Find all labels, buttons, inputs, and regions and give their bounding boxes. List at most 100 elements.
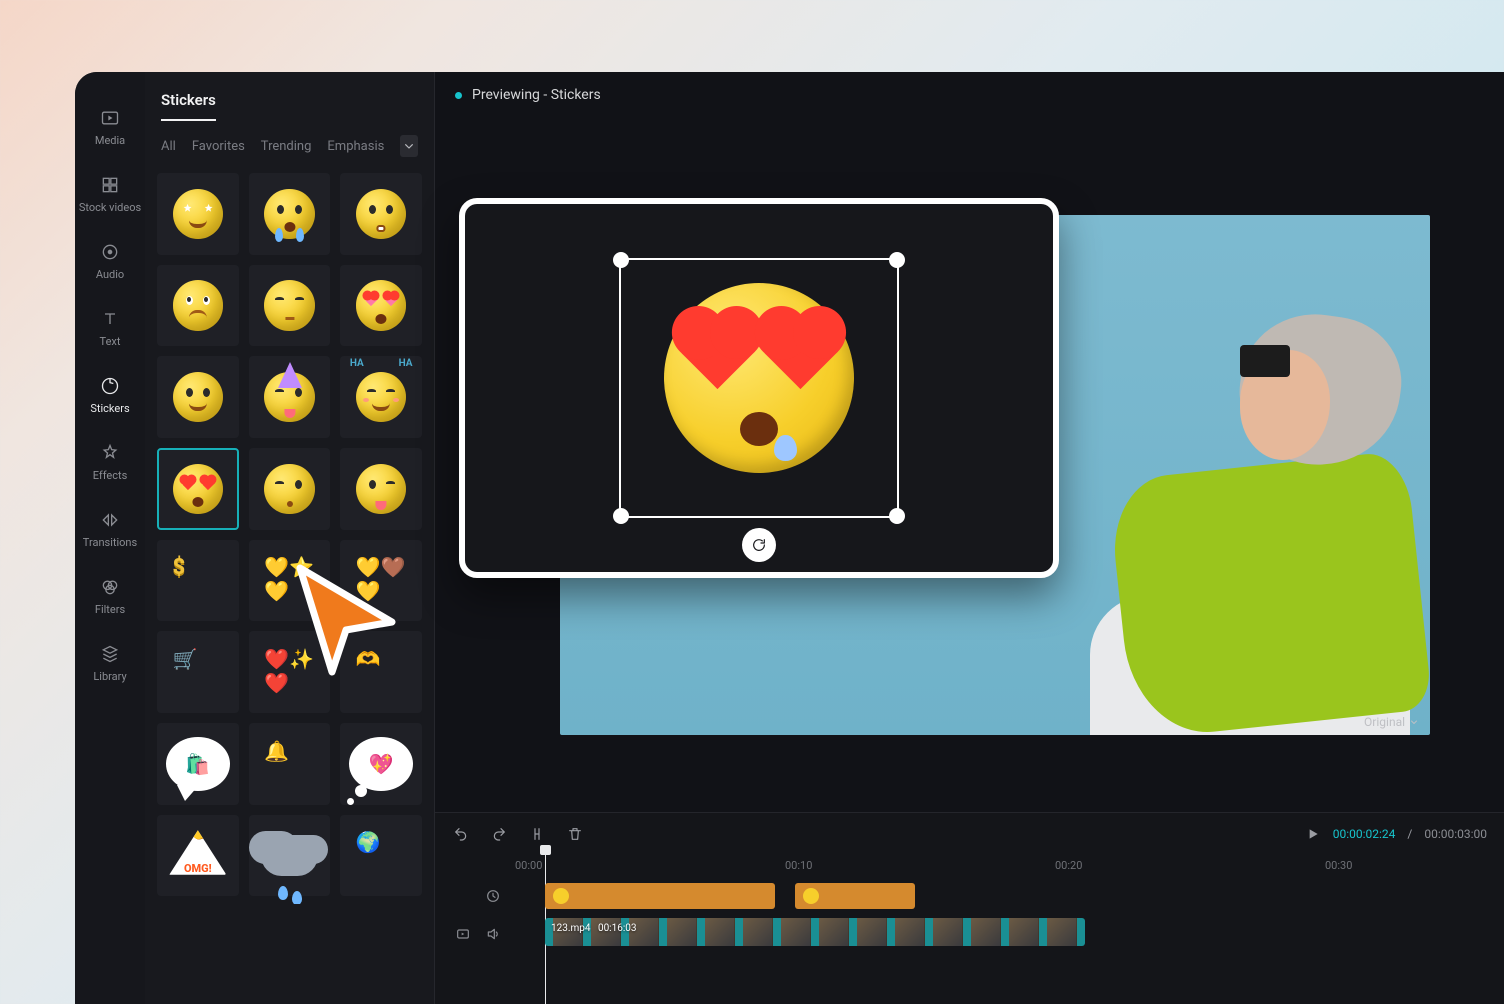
redo-icon[interactable]: [491, 826, 507, 842]
resize-handle-tr[interactable]: [889, 252, 905, 268]
rail-library[interactable]: Library: [75, 632, 145, 699]
rail-transitions[interactable]: Transitions: [75, 498, 145, 565]
sticker-grin[interactable]: [157, 356, 239, 438]
rail-label: Filters: [95, 603, 125, 616]
sticker-speech-gifts[interactable]: 🛍️: [157, 723, 239, 805]
sticker-hearts-stars[interactable]: 💛⭐💛: [249, 540, 331, 622]
sticker-hearts-row[interactable]: 💛🤎💛: [340, 540, 422, 622]
rail-audio[interactable]: Audio: [75, 230, 145, 297]
rail-label: Transitions: [83, 536, 137, 549]
video-frame-illustration: [1020, 255, 1430, 735]
split-icon[interactable]: [529, 826, 545, 842]
resize-handle-bl[interactable]: [613, 508, 629, 524]
sticker-preview-overlay: [459, 198, 1059, 578]
clock-icon[interactable]: [485, 888, 501, 904]
rail-label: Library: [93, 670, 126, 683]
delete-icon[interactable]: [567, 826, 583, 842]
video-track-icon[interactable]: [455, 926, 471, 942]
sticker-sparkle-hearts[interactable]: ❤️✨❤️: [249, 631, 331, 713]
sticker-bell-bow[interactable]: 🔔: [249, 723, 331, 805]
rail-label: Stock videos: [79, 201, 141, 214]
sticker-thought-heart[interactable]: 💖: [340, 723, 422, 805]
effects-icon: [100, 443, 120, 463]
sticker-eye-roll[interactable]: [157, 265, 239, 347]
nav-rail: Media Stock videos Audio Text Stickers E…: [75, 72, 145, 1004]
rail-effects[interactable]: Effects: [75, 431, 145, 498]
undo-icon[interactable]: [453, 826, 469, 842]
panel-tabs: All Favorites Trending Emphasis: [145, 121, 434, 165]
sticker-laughing-haha[interactable]: HAHA: [340, 356, 422, 438]
sticker-tongue-out[interactable]: [340, 448, 422, 530]
tabs-more-button[interactable]: [400, 135, 418, 157]
rail-text[interactable]: Text: [75, 297, 145, 364]
preview-area: Original: [435, 118, 1504, 812]
resize-handle-br[interactable]: [889, 508, 905, 524]
tab-favorites[interactable]: Favorites: [192, 139, 245, 154]
tab-all[interactable]: All: [161, 139, 176, 154]
rail-label: Audio: [96, 268, 124, 281]
sticker-earth-plant[interactable]: 🌍: [340, 815, 422, 897]
rail-stickers[interactable]: Stickers: [75, 364, 145, 431]
sticker-party-tongue[interactable]: [249, 356, 331, 438]
video-track: 123.mp4 00:16:03: [435, 917, 1504, 951]
sticker-rain-cloud[interactable]: [249, 815, 331, 897]
video-editor-window: Media Stock videos Audio Text Stickers E…: [75, 72, 1504, 1004]
tab-trending[interactable]: Trending: [261, 139, 312, 154]
sticker-dollar-sign[interactable]: $: [157, 540, 239, 622]
panel-header: Stickers: [145, 72, 434, 121]
video-lane[interactable]: 123.mp4 00:16:03: [527, 917, 1504, 951]
sticker-clip[interactable]: [545, 883, 775, 909]
sticker-omg-triangle[interactable]: OMG!👏: [157, 815, 239, 897]
rail-label: Stickers: [90, 402, 129, 415]
ruler-tick: 00:30: [1325, 859, 1352, 872]
sticker-track: [435, 881, 1504, 911]
speaker-icon[interactable]: [485, 926, 501, 942]
aspect-label[interactable]: Original: [1364, 715, 1420, 729]
transitions-icon: [100, 510, 120, 530]
heart-eyes-drool-sticker[interactable]: [664, 283, 854, 473]
resize-handle-tl[interactable]: [613, 252, 629, 268]
timeline-toolbar: 00:00:02:24 / 00:00:03:00: [435, 813, 1504, 855]
tab-emphasis[interactable]: Emphasis: [327, 139, 384, 154]
main-header: Previewing - Stickers: [435, 72, 1504, 118]
rail-filters[interactable]: Filters: [75, 565, 145, 632]
sticker-worried-rabbit-teeth[interactable]: [340, 173, 422, 255]
rail-media[interactable]: Media: [75, 96, 145, 163]
play-icon[interactable]: [1305, 826, 1321, 842]
sticker-starstruck[interactable]: [157, 173, 239, 255]
text-icon: [100, 309, 120, 329]
status-dot-icon: [455, 92, 462, 99]
rail-stock[interactable]: Stock videos: [75, 163, 145, 230]
video-clip[interactable]: 123.mp4 00:16:03: [545, 918, 1085, 946]
audio-icon: [100, 242, 120, 262]
rail-label: Media: [95, 134, 125, 147]
timeline-tools: [453, 826, 583, 842]
sticker-clip[interactable]: [795, 883, 915, 909]
sticker-pensive[interactable]: [249, 265, 331, 347]
selection-box[interactable]: [619, 258, 899, 518]
ruler-tick: 00:00: [515, 859, 542, 872]
sticker-loudly-crying[interactable]: [249, 173, 331, 255]
stock-icon: [100, 175, 120, 195]
rotate-button[interactable]: [742, 528, 776, 562]
ruler-tick: 00:10: [785, 859, 812, 872]
sticker-hand-heart[interactable]: 🫶: [340, 631, 422, 713]
panel-title: Stickers: [161, 91, 216, 121]
sticker-wink-kiss[interactable]: [249, 448, 331, 530]
ruler-tick: 00:20: [1055, 859, 1082, 872]
sticker-heart-eyes-drool[interactable]: [157, 448, 239, 530]
sticker-heart-eyes-dizzy[interactable]: [340, 265, 422, 347]
timecode-duration: 00:00:03:00: [1424, 827, 1487, 841]
main-area: Previewing - Stickers Original: [435, 72, 1504, 1004]
sticker-lane[interactable]: [527, 881, 1504, 911]
timecode-sep: /: [1407, 827, 1412, 841]
timeline-ruler[interactable]: 00:00 00:10 00:20 00:30: [515, 855, 1504, 877]
chevron-down-icon: [1408, 716, 1420, 728]
media-icon: [100, 108, 120, 128]
timecode-current: 00:00:02:24: [1333, 827, 1396, 841]
filters-icon: [100, 577, 120, 597]
chevron-down-icon: [401, 138, 417, 154]
stickers-panel: Stickers All Favorites Trending Emphasis…: [145, 72, 435, 1004]
rail-label: Text: [100, 335, 121, 348]
sticker-shopping-cart[interactable]: 🛒: [157, 631, 239, 713]
